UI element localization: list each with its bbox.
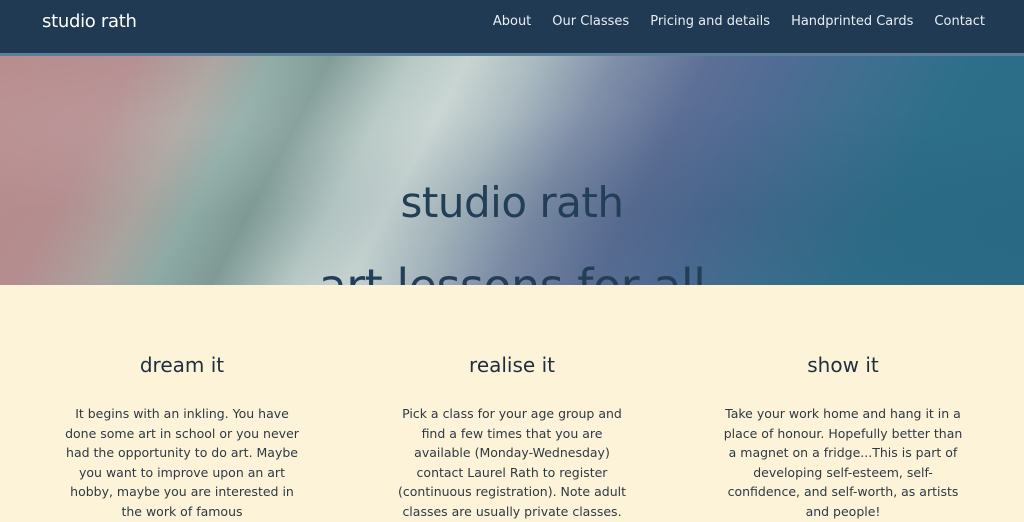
features-section: dream it It begins with an inkling. You … (0, 285, 1024, 522)
feature-heading: realise it (469, 353, 555, 377)
hero-title: studio rath (400, 178, 624, 228)
hero-banner: studio rath art lessons for all (0, 56, 1024, 285)
nav-link-contact[interactable]: Contact (934, 14, 985, 29)
main-nav: About Our Classes Pricing and details Ha… (493, 14, 985, 29)
nav-link-handprinted-cards[interactable]: Handprinted Cards (791, 14, 913, 29)
nav-link-about[interactable]: About (493, 14, 531, 29)
feature-text: Take your work home and hang it in a pla… (723, 406, 963, 519)
site-logo-link[interactable]: studio rath (42, 11, 137, 32)
hero-subtitle: art lessons for all (0, 259, 1024, 285)
nav-link-our-classes[interactable]: Our Classes (552, 14, 629, 29)
feature-text: Pick a class for your age group and find… (398, 406, 626, 519)
nav-link-pricing[interactable]: Pricing and details (650, 14, 770, 29)
site-header: studio rath About Our Classes Pricing an… (0, 0, 1024, 56)
feature-heading: show it (807, 353, 879, 377)
feature-heading: dream it (139, 353, 225, 377)
feature-text: It begins with an inkling. You have done… (65, 406, 299, 519)
